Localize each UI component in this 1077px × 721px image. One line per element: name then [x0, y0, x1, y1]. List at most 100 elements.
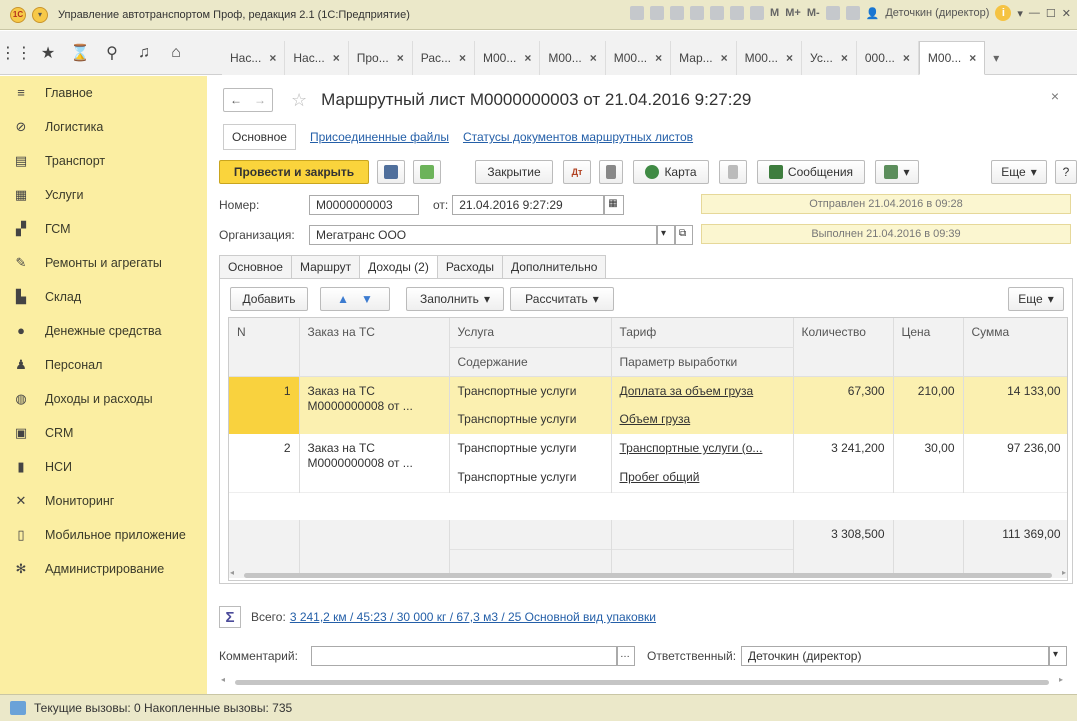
window-tab[interactable]: Ус... ×: [802, 41, 857, 75]
summary-link[interactable]: 3 241,2 км / 45:23 / 30 000 кг / 67,3 м3…: [290, 610, 656, 624]
sidebar-item-transport[interactable]: ▤ Транспорт: [0, 144, 207, 178]
scrollbar-thumb[interactable]: [244, 573, 1052, 578]
forward-arrow-icon[interactable]: →: [254, 93, 266, 107]
cell-quantity[interactable]: 3 241,200: [793, 434, 894, 492]
window-tab[interactable]: М00... ×: [605, 41, 672, 75]
app-logo-icon[interactable]: 1С: [10, 6, 26, 23]
cell-order[interactable]: Заказ на ТС М0000000008 от ...: [299, 434, 450, 492]
table-row[interactable]: 1 Заказ на ТС М0000000008 от ... Транспор…: [229, 376, 1067, 434]
calculate-button[interactable]: Рассчитать ▾: [510, 287, 614, 311]
close-icon[interactable]: ×: [397, 51, 404, 65]
window-tab[interactable]: М00... ×: [475, 41, 541, 75]
search-icon[interactable]: ⚲: [96, 43, 128, 63]
window-tab[interactable]: М00... ×: [736, 41, 803, 75]
debit-credit-button[interactable]: Дт: [563, 160, 591, 184]
window-tab[interactable]: 000... ×: [856, 41, 919, 75]
cell-service[interactable]: Транспортные услуги: [449, 434, 612, 463]
back-arrow-icon[interactable]: ←: [230, 93, 242, 107]
close-icon[interactable]: ×: [841, 51, 848, 65]
sidebar-item-personnel[interactable]: ♟ Персонал: [0, 348, 207, 382]
close-icon[interactable]: ×: [655, 51, 662, 65]
param-link[interactable]: Пробег общий: [620, 470, 700, 484]
maximize-icon[interactable]: ☐: [1046, 7, 1056, 20]
sidebar-item-money[interactable]: ● Денежные средства: [0, 314, 207, 348]
column-header-n[interactable]: N: [229, 318, 300, 377]
sigma-icon[interactable]: Σ: [219, 606, 241, 628]
column-header-service[interactable]: Услуга: [449, 318, 612, 348]
calls-icon[interactable]: [10, 701, 26, 715]
scroll-right-icon[interactable]: ▸: [1062, 568, 1066, 577]
window-tab[interactable]: Рас... ×: [412, 41, 476, 75]
apps-grid-icon[interactable]: ⋮⋮: [0, 43, 32, 63]
chevron-down-icon[interactable]: ▾: [657, 225, 675, 245]
info-icon[interactable]: i: [995, 5, 1012, 21]
sidebar-item-income-expenses[interactable]: ◍ Доходы и расходы: [0, 382, 207, 416]
close-icon[interactable]: ×: [721, 51, 728, 65]
window-tab[interactable]: Мар... ×: [671, 41, 737, 75]
close-icon[interactable]: ×: [459, 51, 466, 65]
copy-icon[interactable]: [710, 6, 725, 20]
scroll-left-icon[interactable]: ◂: [221, 675, 225, 684]
close-window-icon[interactable]: ✕: [1062, 7, 1071, 20]
more-icon[interactable]: …: [617, 646, 635, 666]
cell-price[interactable]: 30,00: [893, 434, 964, 492]
minimize-icon[interactable]: —: [1029, 7, 1040, 19]
close-icon[interactable]: ×: [969, 51, 976, 65]
calculator-icon[interactable]: [730, 6, 745, 20]
window-tab-active[interactable]: М00... ×: [918, 41, 986, 75]
subtab-document-statuses[interactable]: Статусы документов маршрутных листов: [463, 130, 693, 144]
more-button[interactable]: Еще ▾: [991, 160, 1047, 184]
memory-add-button[interactable]: M+: [785, 7, 801, 19]
organization-field[interactable]: Мегатранс ООО: [309, 225, 657, 245]
sidebar-item-reference[interactable]: ▮ НСИ: [0, 450, 207, 484]
cell-content[interactable]: Транспортные услуги: [449, 463, 612, 492]
memory-sub-button[interactable]: M-: [807, 7, 820, 19]
map-button[interactable]: Карта: [633, 160, 709, 184]
sidebar-item-warehouse[interactable]: ▙ Склад: [0, 280, 207, 314]
arrow-up-icon[interactable]: ▲: [337, 292, 349, 306]
post-button[interactable]: [413, 160, 441, 184]
close-icon[interactable]: ×: [333, 51, 340, 65]
close-icon[interactable]: ×: [269, 51, 276, 65]
column-header-sum[interactable]: Сумма: [963, 318, 1067, 377]
post-and-close-button[interactable]: Провести и закрыть: [219, 160, 369, 184]
sidebar-item-repairs[interactable]: ✎ Ремонты и агрегаты: [0, 246, 207, 280]
window-tab[interactable]: М00... ×: [540, 41, 606, 75]
date-field[interactable]: 21.04.2016 9:27:29: [452, 195, 605, 215]
column-header-param[interactable]: Параметр выработки: [611, 347, 794, 377]
cell-n[interactable]: 1: [229, 376, 300, 434]
number-field[interactable]: М0000000003: [309, 195, 419, 215]
calendar-icon[interactable]: [750, 6, 765, 20]
sidebar-item-services[interactable]: ▦ Услуги: [0, 178, 207, 212]
column-header-quantity[interactable]: Количество: [793, 318, 894, 377]
closing-button[interactable]: Закрытие: [475, 160, 553, 184]
scroll-left-icon[interactable]: ◂: [230, 568, 234, 577]
window-tab[interactable]: Про... ×: [348, 41, 413, 75]
cell-price[interactable]: 210,00: [893, 376, 964, 434]
subtab-main[interactable]: Основное: [223, 124, 296, 150]
scroll-right-icon[interactable]: ▸: [1059, 675, 1063, 684]
tab-route[interactable]: Маршрут: [290, 255, 360, 279]
calendar-icon[interactable]: ▦: [604, 195, 625, 215]
main-menu-icon[interactable]: ▾: [32, 6, 48, 23]
current-user[interactable]: Деточкин (директор): [885, 7, 989, 19]
zoom-icon[interactable]: [825, 6, 840, 20]
chevron-down-icon[interactable]: ▾: [1049, 646, 1067, 666]
open-icon[interactable]: ⧉: [675, 225, 693, 245]
scrollbar-thumb[interactable]: [235, 680, 1049, 685]
cell-tariff[interactable]: Доплата за объем груза: [611, 376, 794, 405]
tab-expenses[interactable]: Расходы: [436, 255, 503, 279]
history-icon[interactable]: ⌛: [64, 43, 96, 63]
memory-button[interactable]: M: [770, 7, 779, 19]
window-tab[interactable]: Нас... ×: [222, 41, 286, 75]
sidebar-item-monitoring[interactable]: ✕ Мониторинг: [0, 484, 207, 518]
cell-quantity[interactable]: 67,300: [793, 376, 894, 434]
arrow-down-icon[interactable]: ▼: [361, 292, 373, 306]
favorites-star-icon[interactable]: ★: [32, 43, 64, 63]
table-horizontal-scrollbar[interactable]: ◂ ▸: [228, 568, 1068, 579]
close-icon[interactable]: ×: [524, 51, 531, 65]
create-based-on-button[interactable]: ▾: [875, 160, 919, 184]
cell-param[interactable]: Объем груза: [611, 405, 794, 434]
cell-sum[interactable]: 14 133,00: [963, 376, 1067, 434]
print-button[interactable]: [719, 160, 747, 184]
